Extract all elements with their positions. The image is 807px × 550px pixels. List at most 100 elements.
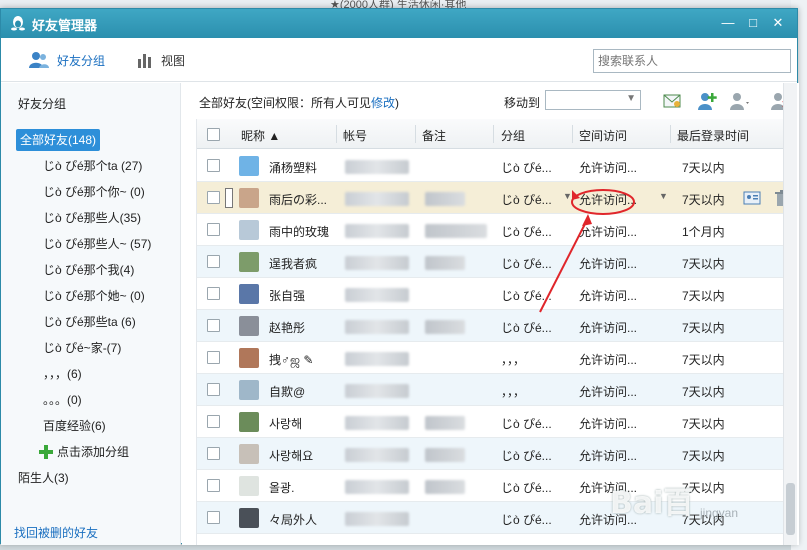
nickname-cell: 雨中的玫瑰	[269, 225, 330, 239]
sidebar-item-strangers[interactable]: 陌生人(3)	[1, 465, 181, 491]
table-row[interactable]: 雨中的玫瑰 じò ぴé... 允许访问... 1个月内	[197, 214, 793, 246]
window-title: 好友管理器	[32, 18, 98, 33]
move-to-label: 移动到	[504, 96, 541, 110]
table-row[interactable]: 张自强 じò ぴé... 允许访问... 7天以内	[197, 278, 793, 310]
move-to-select[interactable]: ▼	[545, 90, 641, 110]
table-row[interactable]: 自欺@ ，，， 允许访问... 7天以内	[197, 374, 793, 406]
table-row[interactable]: 赵艳彤 じò ぴé... 允许访问... 7天以内	[197, 310, 793, 342]
column-nickname[interactable]: 昵称 ▲	[241, 127, 280, 144]
column-space-access[interactable]: 空间访问	[579, 127, 627, 144]
row-checkbox[interactable]	[207, 287, 220, 300]
avatar[interactable]	[239, 188, 259, 208]
avatar[interactable]	[239, 220, 259, 240]
row-checkbox[interactable]	[207, 447, 220, 460]
maximize-button[interactable]: □	[744, 14, 762, 32]
table-row[interactable]: 涌杨塑料 じò ぴé... 允许访问... 7天以内	[197, 150, 793, 182]
group-list: 全部好友(148) じò ぴé那个ta (27) じò ぴé那个你~ (0) じ…	[1, 127, 181, 491]
mail-icon[interactable]	[661, 90, 683, 112]
avatar[interactable]	[239, 476, 259, 496]
row-checkbox[interactable]	[207, 415, 220, 428]
avatar[interactable]	[239, 508, 259, 528]
qq-penguin-icon	[11, 16, 25, 31]
last-login-cell: 7天以内	[682, 161, 725, 175]
sidebar-item-group[interactable]: じò ぴé那些ta (6)	[1, 309, 181, 335]
space-dropdown-arrow[interactable]: ▼	[659, 191, 668, 201]
recover-deleted-friends-link[interactable]: 找回被删的好友	[14, 524, 98, 541]
space-access-cell: 允许访问...	[579, 225, 638, 239]
user-settings-icon[interactable]	[729, 90, 751, 112]
table-row[interactable]: 拽♂ஜ ✎ ，，， 允许访问... 7天以内	[197, 342, 793, 374]
row-checkbox[interactable]	[207, 319, 220, 332]
table-row[interactable]: 사랑해 じò ぴé... 允许访问... 7天以内	[197, 406, 793, 438]
column-last-login[interactable]: 最后登录时间	[677, 127, 749, 144]
nickname-cell: 张自强	[269, 289, 306, 303]
list-toolbar: 全部好友(空间权限：所有人可见修改) 移动到 ▼	[182, 83, 799, 119]
contact-card-icon[interactable]	[743, 189, 761, 207]
sidebar-item-all-friends[interactable]: 全部好友(148)	[1, 127, 181, 153]
group-cell: じò ぴé...	[501, 161, 552, 175]
row-checkbox[interactable]	[207, 511, 220, 524]
add-group-button[interactable]: 点击添加分组	[1, 439, 181, 465]
account-cell-redacted	[345, 256, 409, 270]
table-row[interactable]: 올광. じò ぴé... 允许访问... 7天以内	[197, 470, 793, 502]
space-access-cell: 允许访问...	[579, 353, 638, 367]
sidebar-item-group[interactable]: じò ぴé那些人(35)	[1, 205, 181, 231]
sidebar-item-group[interactable]: じò ぴé那个她~ (0)	[1, 283, 181, 309]
close-button[interactable]: ✕	[769, 14, 787, 32]
avatar[interactable]	[239, 316, 259, 336]
column-group[interactable]: 分组	[501, 127, 525, 144]
vertical-scrollbar[interactable]	[783, 83, 797, 545]
group-cell: じò ぴé...	[501, 481, 552, 495]
sidebar-item-group[interactable]: じò ぴé那些人~ (57)	[1, 231, 181, 257]
row-checkbox[interactable]	[207, 191, 220, 204]
edit-permission-link[interactable]: 修改	[371, 96, 395, 110]
avatar[interactable]	[239, 412, 259, 432]
last-login-cell: 1个月内	[682, 225, 725, 239]
remark-cell-redacted	[425, 256, 465, 270]
avatar[interactable]	[239, 348, 259, 368]
row-checkbox[interactable]	[207, 159, 220, 172]
table-row[interactable]: 逞我者疯 じò ぴé... 允许访问... 7天以内	[197, 246, 793, 278]
sidebar-item-group[interactable]: じò ぴé那个你~ (0)	[1, 179, 181, 205]
table-row[interactable]: 雨后の彩... じò ぴé... 允许访问... 7天以内 ▼ ▼	[197, 182, 793, 214]
sidebar-heading: 好友分组	[18, 97, 67, 111]
account-cell-redacted	[345, 480, 409, 494]
group-dropdown-arrow[interactable]: ▼	[563, 191, 572, 201]
row-checkbox[interactable]	[207, 479, 220, 492]
sidebar-item-group[interactable]: 百度经验(6)	[1, 413, 181, 439]
column-remark[interactable]: 备注	[422, 127, 446, 144]
select-all-checkbox[interactable]	[207, 128, 220, 141]
row-checkbox[interactable]	[207, 255, 220, 268]
account-cell-redacted	[345, 352, 409, 366]
sidebar-item-group[interactable]: じò ぴé那个ta (27)	[1, 153, 181, 179]
title-bar[interactable]: 好友管理器 — □ ✕	[1, 9, 797, 38]
avatar[interactable]	[239, 252, 259, 272]
view-button[interactable]: 视图	[137, 50, 185, 70]
space-access-cell: 允许访问...	[579, 161, 638, 175]
sidebar-item-group[interactable]: 。。。(0)	[1, 387, 181, 413]
row-checkbox[interactable]	[207, 383, 220, 396]
friend-group-button[interactable]: 好友分组	[29, 50, 105, 70]
avatar[interactable]	[239, 380, 259, 400]
sidebar-item-group[interactable]: じò ぴé那个我(4)	[1, 257, 181, 283]
table-row[interactable]: 사랑해요 じò ぴé... 允许访问... 7天以内	[197, 438, 793, 470]
avatar[interactable]	[239, 156, 259, 176]
add-group-label: 点击添加分组	[57, 445, 130, 459]
row-checkbox[interactable]	[207, 351, 220, 364]
watermark-brand-tail: 百	[663, 486, 694, 521]
last-login-cell: 7天以内	[682, 257, 725, 271]
friend-list-panel: 全部好友(空间权限：所有人可见修改) 移动到 ▼ 昵称 ▲ 帐号 备注 分组 空…	[182, 83, 799, 545]
bar-chart-icon	[138, 54, 151, 68]
account-cell-redacted	[345, 512, 409, 526]
avatar[interactable]	[239, 444, 259, 464]
scrollbar-thumb[interactable]	[786, 483, 795, 535]
column-account[interactable]: 帐号	[343, 127, 367, 144]
avatar[interactable]	[239, 284, 259, 304]
row-checkbox[interactable]	[207, 223, 220, 236]
sidebar-item-group[interactable]: じò ぴé~家-(7)	[1, 335, 181, 361]
sidebar-item-group[interactable]: ，，，(6)	[1, 361, 181, 387]
space-access-cell: 允许访问...	[579, 289, 638, 303]
search-input[interactable]	[593, 49, 791, 73]
minimize-button[interactable]: —	[719, 14, 737, 32]
add-friend-icon[interactable]	[696, 90, 718, 112]
